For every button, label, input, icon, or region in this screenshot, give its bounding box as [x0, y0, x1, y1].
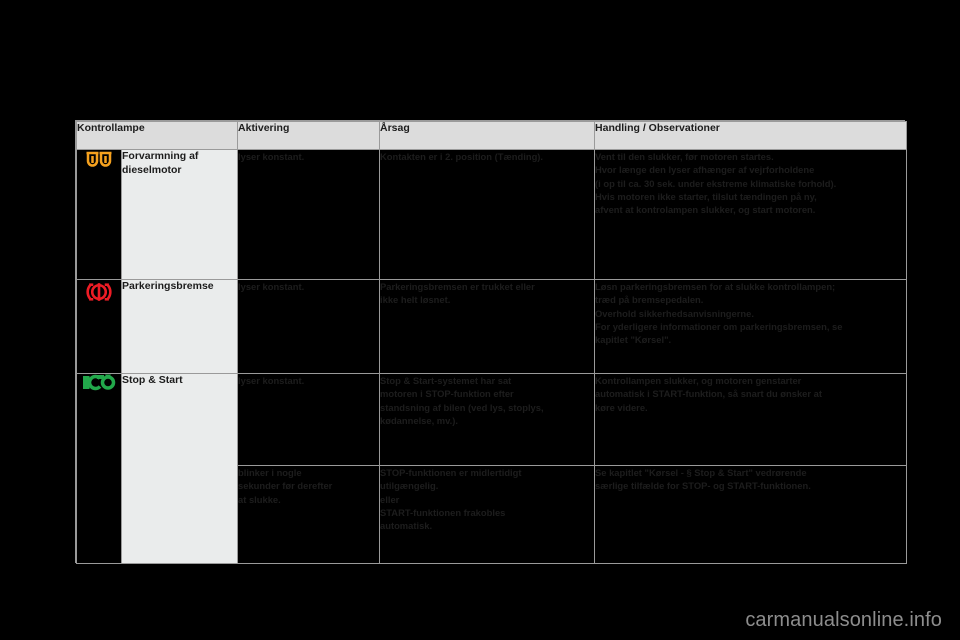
text-line: (i op til ca. 30 sek. under ekstreme kli…: [595, 177, 837, 189]
lamp-icon-cell-diesel-preheat: [76, 149, 122, 280]
table-body: Forvarmning af dieselmotor lyser konstan…: [76, 149, 908, 564]
lamp-activation-diesel-preheat: lyser konstant.: [237, 149, 381, 280]
lamp-action-diesel-preheat: Vent til den slukker, før motoren starte…: [594, 149, 908, 280]
site-watermark: carmanualsonline.info: [745, 609, 942, 631]
text-line: at slukke.: [238, 493, 281, 505]
lamp-activation-stop-start-2: blinker i nogle sekunder før derefter at…: [237, 465, 381, 564]
text-line: Hvor længe den lyser afhænger af vejrfor…: [595, 164, 815, 176]
parking-brake-icon: [86, 280, 112, 304]
column-header-handling: Handling / Observationer: [594, 121, 908, 150]
lamp-icon-cell-parking-brake: [76, 279, 122, 374]
text-line: blinker i nogle: [238, 467, 302, 478]
text-line: afvent at kontrolampen slukker, og start…: [595, 204, 816, 216]
text-line: ikke helt løsnet.: [380, 294, 451, 306]
text-line: Løsn parkeringsbremsen for at slukke kon…: [595, 281, 836, 292]
lamp-activation-stop-start-1: lyser konstant.: [237, 373, 381, 466]
text-line: Stop & Start-systemet har sat: [380, 375, 512, 386]
lamp-cause-stop-start-1: Stop & Start-systemet har sat motoren i …: [379, 373, 596, 466]
text-line: Hvis motoren ikke starter, tilslut tændi…: [595, 191, 817, 203]
text-line: standsning af bilen (ved lys, stoplys,: [380, 401, 544, 413]
text-line: motoren i STOP-funktion efter: [380, 388, 514, 400]
text-line: Parkeringsbremsen er trukket eller: [380, 281, 535, 292]
table-row: Stop & Start lyser konstant. Stop & Star…: [76, 373, 908, 564]
column-header-kontrollampe: Kontrollampe: [75, 121, 239, 150]
lamp-cause-diesel-preheat: Kontakten er i 2. position (Tænding).: [379, 149, 596, 280]
text-line: lyser konstant.: [238, 151, 305, 162]
table-header-row: Kontrollampe Aktivering Årsag Handling /…: [75, 121, 908, 150]
text-line: træd på bremsepedalen.: [595, 294, 704, 306]
text-line: For yderligere informationer om parkerin…: [595, 321, 843, 333]
text-line: automatisk.: [380, 520, 433, 532]
lamp-action-parking-brake: Løsn parkeringsbremsen for at slukke kon…: [594, 279, 908, 374]
table-row: Parkeringsbremse lyser konstant. Parkeri…: [76, 279, 908, 374]
table-header: Kontrollampe Aktivering Årsag Handling /…: [75, 121, 908, 150]
text-line: Vent til den slukker, før motoren starte…: [595, 151, 774, 162]
lamp-name-parking-brake: Parkeringsbremse: [120, 279, 239, 374]
text-line: automatisk i START-funktion, så snart du…: [595, 388, 822, 400]
table-row: Forvarmning af dieselmotor lyser konstan…: [76, 149, 908, 280]
lamp-icon-cell-stop-start: [76, 373, 122, 564]
text-line: utilgængelig.: [380, 480, 439, 492]
text-line: lyser konstant.: [238, 375, 305, 386]
column-header-aktivering: Aktivering: [237, 121, 381, 150]
text-line: Kontakten er i 2. position (Tænding).: [380, 151, 544, 162]
text-line: køre videre.: [595, 401, 648, 413]
text-line: STOP-funktionen er midlertidigt: [380, 467, 522, 478]
lamp-cause-parking-brake: Parkeringsbremsen er trukket eller ikke …: [379, 279, 596, 374]
text-line: Se kapitlet "Kørsel - § Stop & Start" ve…: [595, 467, 807, 478]
diesel-preheat-icon: [85, 150, 113, 170]
text-line: lyser konstant.: [238, 281, 305, 292]
warning-lamps-table-wrapper: Kontrollampe Aktivering Årsag Handling /…: [75, 120, 908, 564]
eco-stop-start-icon: [82, 374, 116, 391]
lamp-name-stop-start: Stop & Start: [120, 373, 239, 564]
lamp-activation-parking-brake: lyser konstant.: [237, 279, 381, 374]
lamp-action-stop-start-1: Kontrollampen slukker, og motoren gensta…: [594, 373, 908, 466]
text-line: særlige tilfælde for STOP- og START-funk…: [595, 480, 811, 492]
lamp-name-diesel-preheat: Forvarmning af dieselmotor: [120, 149, 239, 280]
lamp-cause-stop-start-2: STOP-funktionen er midlertidigt utilgæng…: [379, 465, 596, 564]
text-line: eller: [380, 493, 400, 505]
text-line: sekunder før derefter: [238, 480, 333, 492]
lamp-action-stop-start-2: Se kapitlet "Kørsel - § Stop & Start" ve…: [594, 465, 908, 564]
page-root: Kontrollampe Aktivering Årsag Handling /…: [0, 0, 960, 640]
text-line: kapitlet "Kørsel".: [595, 334, 672, 346]
text-line: Overhold sikkerhedsanvisningerne.: [595, 307, 754, 319]
text-line: kødannelse, mv.).: [380, 415, 458, 427]
column-header-aarsag: Årsag: [379, 121, 596, 150]
warning-lamps-table: Kontrollampe Aktivering Årsag Handling /…: [75, 121, 908, 564]
text-line: START-funktionen frakobles: [380, 507, 506, 519]
text-line: Kontrollampen slukker, og motoren gensta…: [595, 375, 802, 386]
